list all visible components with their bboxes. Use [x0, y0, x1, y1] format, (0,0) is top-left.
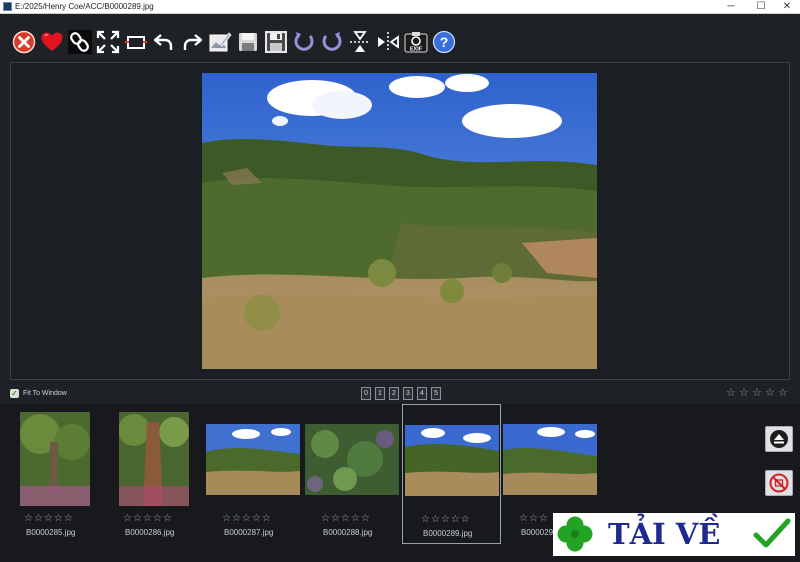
thumbnail-filename: B0000288.jpg	[323, 528, 373, 537]
eject-button[interactable]	[765, 426, 793, 452]
rating-button-3[interactable]: 3	[403, 387, 413, 400]
save-button[interactable]	[236, 30, 260, 54]
star-icon[interactable]: ☆	[752, 387, 762, 399]
save-icon	[239, 33, 257, 51]
thumbnail-image	[405, 425, 499, 496]
window-title: E:/2025/Henry Coe/ACC/B0000289.jpg	[15, 2, 154, 11]
thumbnail[interactable]: ☆☆☆☆☆ B0000288.jpg	[303, 404, 401, 544]
thumbnail[interactable]: ☆☆☆☆☆ B0000286.jpg	[109, 404, 199, 544]
close-icon	[12, 30, 36, 54]
close-image-button[interactable]	[12, 30, 36, 54]
star-icon[interactable]: ☆	[726, 387, 736, 399]
rating-button-1[interactable]: 1	[375, 387, 385, 400]
edit-image-button[interactable]	[208, 30, 232, 54]
watermark-text: TẢI VỀ	[608, 517, 721, 551]
exif-label: EXIF	[410, 47, 423, 53]
thumbnail-rating[interactable]: ☆☆☆☆☆	[421, 514, 471, 526]
rotate-left-icon	[294, 32, 314, 51]
help-label: ?	[440, 34, 449, 50]
thumbnail-rating[interactable]: ☆☆☆☆☆	[222, 513, 272, 525]
checkmark-icon	[753, 518, 791, 548]
thumbnail-image	[119, 412, 189, 506]
star-icon[interactable]: ☆	[765, 387, 775, 399]
redo-icon	[183, 34, 203, 50]
exif-button[interactable]: EXIF	[404, 30, 428, 54]
watermark-banner: TẢI VỀ	[553, 513, 795, 556]
edit-image-icon	[209, 32, 232, 52]
exif-icon: EXIF	[404, 32, 428, 53]
rotate-right-icon	[322, 32, 342, 51]
thumbnail-rating[interactable]: ☆☆☆☆☆	[321, 513, 371, 525]
thumbnail-image	[20, 412, 90, 506]
link-button[interactable]	[68, 30, 92, 54]
thumbnail-filename: B000029	[521, 528, 554, 537]
main-photo	[202, 73, 597, 369]
favorite-button[interactable]	[40, 30, 64, 54]
redo-button[interactable]	[180, 30, 204, 54]
rating-button-4[interactable]: 4	[417, 387, 427, 400]
clover-icon	[557, 516, 593, 552]
thumbnail-filename: B0000289.jpg	[423, 529, 473, 538]
rating-button-0[interactable]: 0	[361, 387, 371, 400]
toolbar: EXIF ?	[10, 28, 792, 58]
app-icon	[3, 2, 12, 11]
thumbnail-filename: B0000286.jpg	[125, 528, 175, 537]
checkbox-checked-icon: ✓	[10, 389, 19, 398]
image-viewer[interactable]	[10, 62, 790, 380]
rotate-left-button[interactable]	[292, 30, 316, 54]
save-as-icon	[265, 31, 287, 53]
star-icon[interactable]: ☆	[739, 387, 749, 399]
thumbnail-image	[503, 424, 597, 495]
window-close-button[interactable]: ✕	[772, 0, 800, 14]
thumbnail-rating[interactable]: ☆☆☆	[519, 513, 549, 525]
minimize-button[interactable]: ─	[716, 0, 746, 14]
star-icon[interactable]: ☆	[778, 387, 788, 399]
thumbnail-image	[206, 424, 300, 495]
help-icon: ?	[432, 30, 456, 54]
no-entry-icon	[769, 473, 789, 493]
thumbnail[interactable]: ☆☆☆☆☆ B0000285.jpg	[10, 404, 100, 544]
title-bar: E:/2025/Henry Coe/ACC/B0000289.jpg ─ ☐ ✕	[0, 0, 800, 14]
eject-icon	[770, 430, 788, 448]
thumbnail-rating[interactable]: ☆☆☆☆☆	[24, 513, 74, 525]
rating-button-2[interactable]: 2	[389, 387, 399, 400]
flip-vertical-button[interactable]	[348, 30, 372, 54]
thumbnail-rating[interactable]: ☆☆☆☆☆	[123, 513, 173, 525]
thumbnail-filename: B0000285.jpg	[26, 528, 76, 537]
undo-icon	[153, 34, 173, 50]
flip-vertical-icon	[350, 31, 370, 52]
flip-horizontal-icon	[378, 32, 399, 52]
link-icon	[70, 32, 89, 52]
crop-button[interactable]	[124, 30, 148, 54]
fullscreen-button[interactable]	[96, 30, 120, 54]
rating-button-5[interactable]: 5	[431, 387, 441, 400]
thumbnail-filename: B0000287.jpg	[224, 528, 274, 537]
help-button[interactable]: ?	[432, 30, 456, 54]
heart-icon	[41, 32, 63, 51]
crop-icon	[125, 36, 147, 49]
undo-button[interactable]	[152, 30, 176, 54]
thumbnail-selected[interactable]: ☆☆☆☆☆ B0000289.jpg	[402, 404, 501, 544]
rotate-right-button[interactable]	[320, 30, 344, 54]
save-as-button[interactable]	[264, 30, 288, 54]
fit-to-window-label: Fit To Window	[23, 390, 67, 397]
thumbnail-image	[305, 424, 399, 495]
no-entry-button[interactable]	[765, 470, 793, 496]
thumbnail[interactable]: ☆☆☆☆☆ B0000287.jpg	[204, 404, 302, 544]
fullscreen-icon	[96, 30, 120, 54]
flip-horizontal-button[interactable]	[376, 30, 400, 54]
